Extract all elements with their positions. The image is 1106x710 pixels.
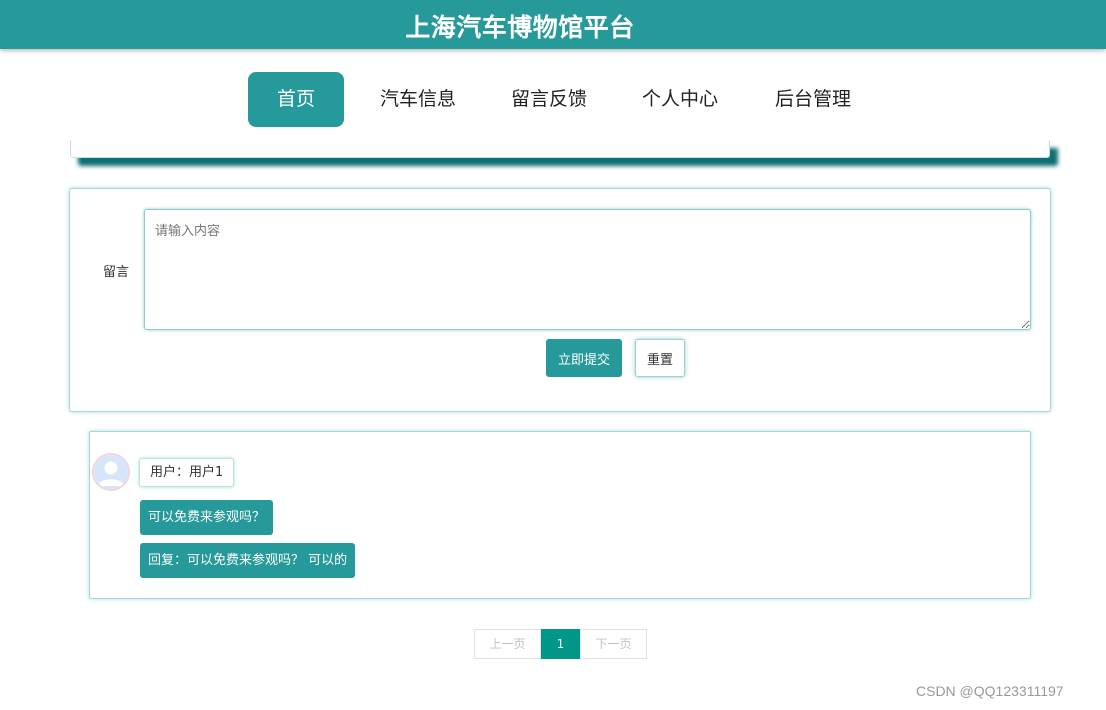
current-page[interactable]: 1 bbox=[541, 629, 580, 659]
nav-item-home[interactable]: 首页 bbox=[248, 72, 344, 127]
site-header: 上海汽车博物馆平台 bbox=[0, 0, 1106, 49]
comment-user-label: 用户：用户1 bbox=[139, 458, 235, 487]
message-form: 留言 立即提交 重置 bbox=[69, 188, 1051, 412]
comment-reply: 回复：可以免费来参观吗？ 可以的 bbox=[140, 543, 356, 578]
user-avatar-icon bbox=[92, 453, 130, 491]
nav-item-feedback[interactable]: 留言反馈 bbox=[499, 72, 599, 127]
nav-item-car-info[interactable]: 汽车信息 bbox=[368, 72, 468, 127]
message-label: 留言 bbox=[103, 265, 130, 280]
nav-item-admin[interactable]: 后台管理 bbox=[763, 72, 863, 127]
watermark-text: CSDN @QQ123311197 bbox=[916, 683, 1064, 699]
next-page-button[interactable]: 下一页 bbox=[580, 629, 647, 659]
comment-item: 用户：用户1 可以免费来参观吗？ 回复：可以免费来参观吗？ 可以的 bbox=[89, 431, 1031, 599]
reset-button[interactable]: 重置 bbox=[635, 339, 685, 377]
message-textarea[interactable] bbox=[144, 209, 1031, 330]
submit-button[interactable]: 立即提交 bbox=[546, 339, 622, 377]
nav-item-profile[interactable]: 个人中心 bbox=[630, 72, 730, 127]
comment-message: 可以免费来参观吗？ bbox=[140, 500, 274, 535]
site-title: 上海汽车博物馆平台 bbox=[405, 13, 635, 42]
prev-page-button[interactable]: 上一页 bbox=[474, 629, 541, 659]
top-panel bbox=[70, 140, 1050, 158]
